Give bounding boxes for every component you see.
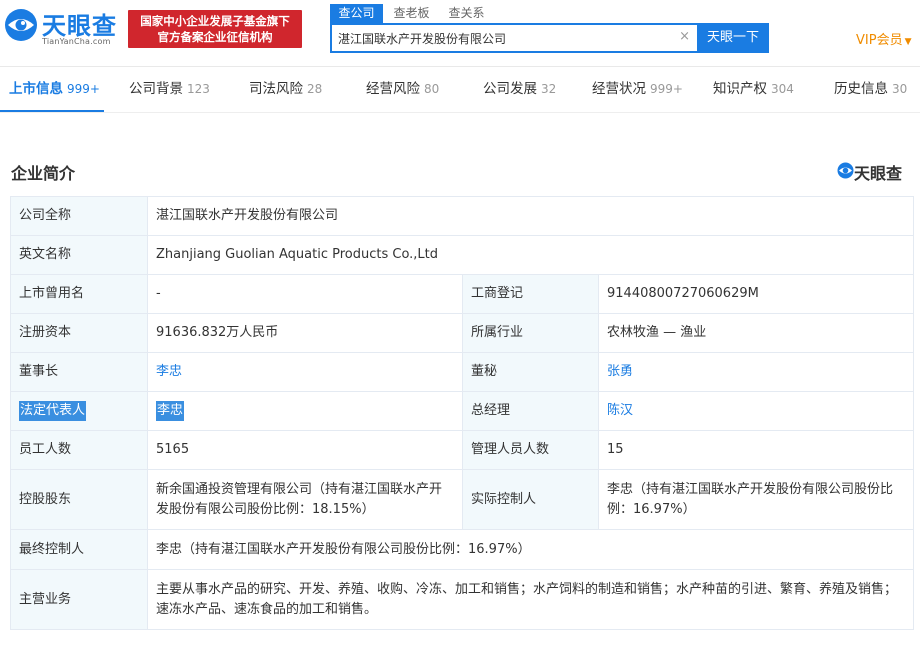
nav-label: 经营风险 bbox=[366, 81, 420, 97]
value-industry: 农林牧渔 — 渔业 bbox=[607, 325, 707, 340]
section-title: 企业简介 bbox=[11, 164, 76, 183]
nav-count: 28 bbox=[307, 82, 323, 96]
value-controlling-holder: 新余国通投资管理有限公司（持有湛江国联水产开发股份有限公司股份比例：18.15%… bbox=[148, 470, 463, 529]
label-registration: 工商登记 bbox=[463, 275, 599, 313]
nav-label: 公司发展 bbox=[483, 81, 537, 97]
label-chairman: 董事长 bbox=[11, 353, 148, 391]
table-row: 法定代表人 李忠 总经理 陈汉 bbox=[11, 392, 913, 431]
label-industry: 所属行业 bbox=[463, 314, 599, 352]
brand-text: 天眼查 bbox=[854, 164, 903, 183]
nav-divider bbox=[0, 112, 920, 113]
nav-label: 公司背景 bbox=[129, 81, 183, 97]
label-full-name: 公司全称 bbox=[11, 197, 148, 235]
label-former-name: 上市曾用名 bbox=[11, 275, 148, 313]
tab-search-company[interactable]: 查公司 bbox=[330, 4, 383, 23]
nav-judicial-risk[interactable]: 司法风险 28 bbox=[249, 67, 322, 112]
table-row: 英文名称 Zhanjiang Guolian Aquatic Products … bbox=[11, 236, 913, 275]
value-registration: 91440800727060629M bbox=[607, 286, 759, 301]
secretary-link[interactable]: 张勇 bbox=[607, 362, 633, 382]
label-capital: 注册资本 bbox=[11, 314, 148, 352]
nav-label: 知识产权 bbox=[713, 81, 767, 97]
value-ultimate-controller: 李忠（持有湛江国联水产开发股份有限公司股份比例：16.97%） bbox=[156, 541, 531, 557]
nav-count: 32 bbox=[541, 82, 557, 96]
nav-business-status[interactable]: 经营状况 999+ bbox=[592, 67, 683, 112]
value-managers: 15 bbox=[607, 442, 624, 457]
chevron-down-icon: ▼ bbox=[904, 37, 912, 47]
table-row: 公司全称 湛江国联水产开发股份有限公司 bbox=[11, 197, 913, 236]
label-main-business: 主营业务 bbox=[11, 570, 148, 629]
top-header: 天眼查 TianYanCha.com 国家中小企业发展子基金旗下 官方备案企业征… bbox=[0, 0, 920, 66]
label-legal-rep: 法定代表人 bbox=[19, 401, 87, 421]
value-former-name: - bbox=[148, 275, 463, 313]
general-manager-link[interactable]: 陈汉 bbox=[607, 401, 633, 421]
label-legal-rep-cell: 法定代表人 bbox=[11, 392, 148, 430]
search-input[interactable] bbox=[338, 28, 668, 48]
table-row: 控股股东 新余国通投资管理有限公司（持有湛江国联水产开发股份有限公司股份比例：1… bbox=[11, 470, 913, 530]
site-logo[interactable]: 天眼查 TianYanCha.com bbox=[4, 6, 120, 50]
label-controlling-holder: 控股股东 bbox=[11, 470, 148, 529]
nav-count: 304 bbox=[771, 82, 794, 96]
search-button[interactable]: 天眼一下 bbox=[697, 23, 769, 53]
nav-count: 30 bbox=[892, 82, 908, 96]
nav-company-development[interactable]: 公司发展 32 bbox=[483, 67, 556, 112]
brand-eye-icon bbox=[837, 162, 854, 179]
nav-label: 经营状况 bbox=[592, 81, 646, 97]
search-box: × bbox=[330, 23, 698, 53]
value-employees: 5165 bbox=[148, 431, 463, 469]
logo-domain: TianYanCha.com bbox=[42, 37, 111, 46]
legal-rep-link[interactable]: 李忠 bbox=[156, 401, 185, 421]
table-row: 董事长 李忠 董秘 张勇 bbox=[11, 353, 913, 392]
chairman-link[interactable]: 李忠 bbox=[156, 362, 182, 382]
nav-intellectual-property[interactable]: 知识产权 304 bbox=[713, 67, 794, 112]
table-row: 员工人数 5165 管理人员人数 15 bbox=[11, 431, 913, 470]
nav-history-info[interactable]: 历史信息 30 bbox=[834, 67, 907, 112]
value-english-name: Zhanjiang Guolian Aquatic Products Co.,L… bbox=[156, 247, 439, 262]
value-legal-rep-cell: 李忠 bbox=[148, 392, 463, 430]
label-ultimate-controller: 最终控制人 bbox=[11, 530, 148, 569]
nav-count: 80 bbox=[424, 82, 440, 96]
table-row: 最终控制人 李忠（持有湛江国联水产开发股份有限公司股份比例：16.97%） bbox=[11, 530, 913, 570]
table-row: 主营业务 主要从事水产品的研究、开发、养殖、收购、冷冻、加工和销售；水产饲料的制… bbox=[11, 570, 913, 629]
vip-label: VIP会员 bbox=[856, 33, 903, 48]
logo-text: 天眼查 bbox=[42, 12, 117, 40]
value-chairman-cell: 李忠 bbox=[148, 353, 463, 391]
value-full-name: 湛江国联水产开发股份有限公司 bbox=[156, 208, 339, 223]
tab-search-relation[interactable]: 查关系 bbox=[440, 4, 493, 23]
value-secretary-cell: 张勇 bbox=[599, 353, 913, 391]
label-general-manager: 总经理 bbox=[463, 392, 599, 430]
clear-icon[interactable]: × bbox=[679, 29, 690, 44]
tab-search-boss[interactable]: 查老板 bbox=[385, 4, 438, 23]
label-english-name: 英文名称 bbox=[11, 236, 148, 274]
vip-menu[interactable]: VIP会员 ▼ bbox=[856, 29, 912, 48]
logo-eye-icon bbox=[5, 9, 37, 41]
value-gm-cell: 陈汉 bbox=[599, 392, 913, 430]
nav-company-background[interactable]: 公司背景 123 bbox=[129, 67, 210, 112]
label-actual-controller: 实际控制人 bbox=[463, 470, 599, 529]
banner-line-2: 官方备案企业征信机构 bbox=[157, 30, 273, 44]
value-actual-controller: 李忠（持有湛江国联水产开发股份有限公司股份比例：16.97%） bbox=[607, 481, 894, 517]
company-profile-table: 公司全称 湛江国联水产开发股份有限公司 英文名称 Zhanjiang Guoli… bbox=[10, 196, 914, 630]
banner-line-1: 国家中小企业发展子基金旗下 bbox=[140, 14, 290, 28]
nav-listing-info[interactable]: 上市信息 999+ bbox=[9, 67, 100, 112]
nav-operating-risk[interactable]: 经营风险 80 bbox=[366, 67, 439, 112]
value-capital: 91636.832万人民币 bbox=[148, 314, 463, 352]
label-employees: 员工人数 bbox=[11, 431, 148, 469]
nav-label: 历史信息 bbox=[834, 81, 888, 97]
table-row: 注册资本 91636.832万人民币 所属行业 农林牧渔 — 渔业 bbox=[11, 314, 913, 353]
nav-count: 999+ bbox=[650, 82, 683, 96]
nav-label: 上市信息 bbox=[9, 81, 63, 97]
official-banner[interactable]: 国家中小企业发展子基金旗下 官方备案企业征信机构 bbox=[128, 10, 302, 48]
nav-count: 123 bbox=[187, 82, 210, 96]
nav-count: 999+ bbox=[67, 82, 100, 96]
table-row: 上市曾用名 - 工商登记 91440800727060629M bbox=[11, 275, 913, 314]
value-main-business: 主要从事水产品的研究、开发、养殖、收购、冷冻、加工和销售；水产饲料的制造和销售；… bbox=[156, 581, 898, 617]
nav-label: 司法风险 bbox=[249, 81, 303, 97]
label-secretary: 董秘 bbox=[463, 353, 599, 391]
label-managers: 管理人员人数 bbox=[463, 431, 599, 469]
company-nav: 上市信息 999+ 公司背景 123 司法风险 28 经营风险 80 公司发展 32 经营… bbox=[0, 66, 920, 113]
